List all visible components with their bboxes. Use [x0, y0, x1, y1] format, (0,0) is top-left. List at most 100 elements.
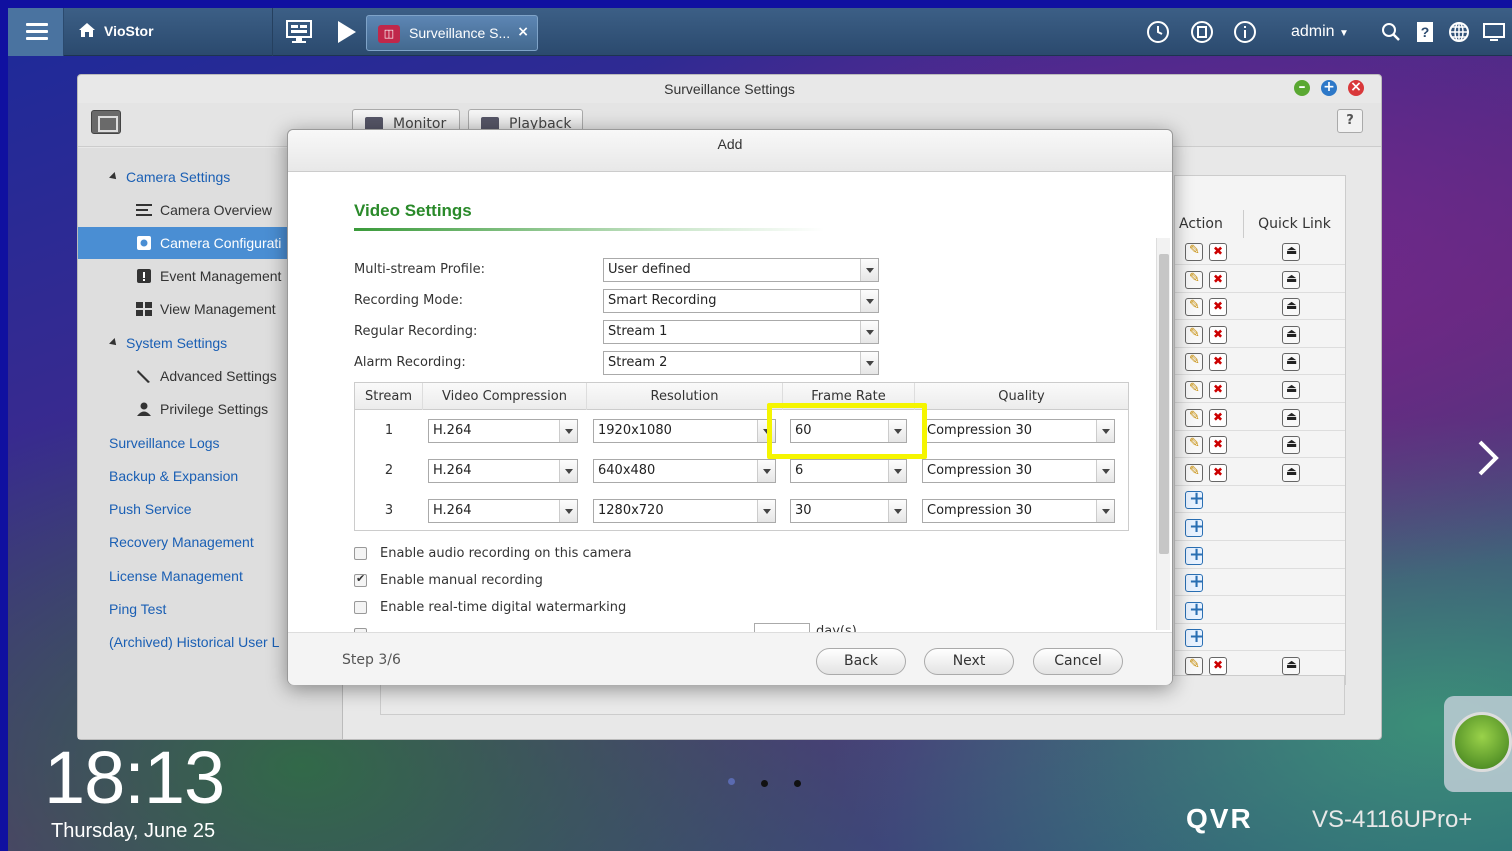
edit-icon[interactable]: [1185, 381, 1203, 399]
stream-table: Stream Video Compression Resolution Fram…: [354, 382, 1129, 531]
multistream-label: Multi-stream Profile:: [354, 262, 485, 277]
add-icon[interactable]: [1185, 544, 1204, 565]
add-icon[interactable]: [1185, 571, 1204, 593]
delete-icon[interactable]: [1209, 657, 1227, 675]
video-compression-select[interactable]: H.264: [428, 499, 578, 523]
resolution-select[interactable]: 1920x1080: [593, 419, 776, 443]
frame-rate-select[interactable]: 6: [790, 459, 907, 483]
delete-icon[interactable]: [1209, 353, 1227, 372]
page-dot[interactable]: [761, 780, 768, 787]
section-title: Video Settings: [354, 201, 472, 220]
sidebar-toggle-button[interactable]: [91, 110, 121, 134]
delete-icon[interactable]: [1209, 408, 1227, 427]
column-header-quality: Quality: [998, 389, 1045, 404]
user-menu[interactable]: admin ▼: [1291, 23, 1349, 41]
close-window-icon[interactable]: ×: [1348, 80, 1364, 96]
globe-icon[interactable]: [1447, 20, 1471, 44]
quick-link-icon[interactable]: [1282, 408, 1300, 427]
info-icon[interactable]: [1233, 20, 1257, 44]
frame-rate-select[interactable]: 30: [790, 499, 907, 523]
wrench-icon: [137, 370, 150, 383]
partial-days-input[interactable]: [754, 623, 810, 632]
alert-icon: [137, 269, 151, 283]
quick-link-icon[interactable]: [1282, 463, 1300, 482]
sync-icon[interactable]: [1190, 20, 1214, 44]
edit-icon[interactable]: [1185, 657, 1203, 675]
taskbar-tab-surveillance[interactable]: ◫ Surveillance S... ×: [366, 15, 538, 51]
quick-link-icon[interactable]: [1282, 298, 1300, 317]
main-menu-button[interactable]: [8, 8, 64, 56]
recording-mode-select[interactable]: Smart Recording: [603, 289, 879, 313]
dialog-scrollbar[interactable]: [1156, 238, 1170, 630]
desktop-icon[interactable]: [1482, 20, 1506, 44]
edit-icon[interactable]: [1185, 243, 1203, 261]
scrollbar-thumb[interactable]: [1159, 254, 1169, 554]
play-icon[interactable]: [332, 18, 360, 46]
edit-icon[interactable]: [1185, 463, 1203, 482]
edit-icon[interactable]: [1185, 270, 1203, 289]
audio-recording-checkbox[interactable]: [354, 547, 367, 560]
resolution-select[interactable]: 1280x720: [593, 499, 776, 523]
search-icon[interactable]: [1379, 20, 1403, 44]
table-row: [1175, 459, 1345, 486]
edit-icon[interactable]: [1185, 436, 1203, 455]
quick-link-icon[interactable]: [1282, 270, 1300, 289]
alarm-recording-label: Alarm Recording:: [354, 355, 466, 370]
video-compression-select[interactable]: H.264: [428, 459, 578, 483]
table-row: [1175, 431, 1345, 459]
quick-link-icon[interactable]: [1282, 325, 1300, 344]
delete-icon[interactable]: [1209, 436, 1227, 455]
edit-icon[interactable]: [1185, 325, 1203, 344]
watermark-label: Enable real-time digital watermarking: [380, 600, 627, 615]
delete-icon[interactable]: [1209, 463, 1227, 482]
chevron-right-icon[interactable]: [1474, 438, 1504, 478]
maximize-icon[interactable]: +: [1321, 80, 1337, 96]
regular-recording-select[interactable]: Stream 1: [603, 320, 879, 344]
add-icon[interactable]: [1185, 516, 1204, 537]
video-compression-select[interactable]: H.264: [428, 419, 578, 443]
page-dot[interactable]: [794, 780, 801, 787]
dialog-footer: Step 3/6 Back Next Cancel: [288, 632, 1172, 685]
home-link[interactable]: VioStor: [78, 22, 154, 39]
monitor-icon[interactable]: [285, 18, 313, 46]
next-button[interactable]: Next: [924, 648, 1014, 675]
add-icon[interactable]: [1185, 488, 1204, 510]
quick-link-icon[interactable]: [1282, 657, 1300, 675]
resolution-select[interactable]: 640x480: [593, 459, 776, 483]
back-button[interactable]: Back: [816, 648, 906, 675]
quick-link-icon[interactable]: [1282, 353, 1300, 372]
column-header-video-compression: Video Compression: [423, 383, 587, 410]
page-dot[interactable]: [728, 778, 735, 785]
manual-recording-checkbox[interactable]: [354, 572, 367, 587]
delete-icon[interactable]: [1209, 381, 1227, 399]
stream-table-header: Stream Video Compression Resolution Fram…: [355, 383, 1128, 410]
close-icon[interactable]: ×: [517, 24, 529, 40]
add-icon[interactable]: [1185, 626, 1204, 648]
cancel-button[interactable]: Cancel: [1033, 648, 1123, 675]
edit-icon[interactable]: [1185, 298, 1203, 317]
delete-icon[interactable]: [1209, 270, 1227, 289]
table-row: [1175, 376, 1345, 403]
quality-select[interactable]: Compression 30: [922, 499, 1115, 523]
add-icon[interactable]: [1185, 599, 1204, 620]
minimize-icon[interactable]: –: [1294, 80, 1310, 96]
help-icon[interactable]: ?: [1413, 20, 1437, 44]
alarm-recording-select[interactable]: Stream 2: [603, 351, 879, 375]
quick-link-icon[interactable]: [1282, 243, 1300, 261]
quick-link-icon[interactable]: [1282, 381, 1300, 399]
chevron-down-icon: [1096, 500, 1114, 522]
delete-icon[interactable]: [1209, 298, 1227, 317]
delete-icon[interactable]: [1209, 325, 1227, 344]
watermark-checkbox[interactable]: [354, 601, 367, 614]
quality-select[interactable]: Compression 30: [922, 419, 1115, 443]
edit-icon[interactable]: [1185, 353, 1203, 372]
quick-link-icon[interactable]: [1282, 436, 1300, 455]
delete-icon[interactable]: [1209, 243, 1227, 261]
multistream-profile-select[interactable]: User defined: [603, 258, 879, 282]
edit-icon[interactable]: [1185, 408, 1203, 427]
clock-icon[interactable]: [1146, 20, 1170, 44]
help-button[interactable]: ?: [1337, 109, 1363, 133]
quality-select[interactable]: Compression 30: [922, 459, 1115, 483]
table-row: [1175, 321, 1345, 348]
dashboard-widget[interactable]: [1444, 696, 1512, 792]
